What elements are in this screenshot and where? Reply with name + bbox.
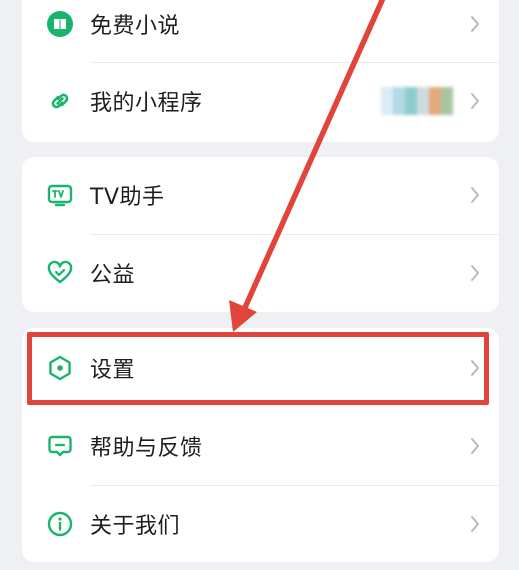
chevron-right-icon (469, 436, 481, 456)
heart-icon (46, 259, 74, 287)
menu-item-charity[interactable]: 公益 (22, 235, 499, 311)
menu-item-help-feedback[interactable]: 帮助与反馈 (22, 408, 499, 484)
mini-program-thumbnail (381, 87, 453, 115)
chevron-right-icon (469, 14, 481, 34)
tv-icon (46, 181, 74, 209)
message-icon (46, 432, 74, 460)
settings-highlight-box (27, 332, 489, 405)
menu-item-label: 帮助与反馈 (90, 436, 203, 461)
menu-item-mini-programs[interactable]: 我的小程序 (22, 63, 499, 139)
link-icon (46, 87, 74, 115)
book-icon (46, 10, 74, 38)
menu-item-label: 关于我们 (90, 514, 181, 539)
menu-item-label: TV助手 (90, 185, 165, 210)
menu-card-2: TV助手 公益 (22, 157, 499, 312)
chevron-right-icon (469, 185, 481, 205)
info-icon (46, 510, 74, 538)
menu-item-tv-assistant[interactable]: TV助手 (22, 157, 499, 233)
menu-item-about-us[interactable]: 关于我们 (22, 486, 499, 562)
chevron-right-icon (469, 263, 481, 283)
menu-item-label: 免费小说 (90, 14, 181, 39)
menu-item-label: 公益 (90, 263, 136, 288)
menu-item-free-novel[interactable]: 免费小说 (22, 0, 499, 62)
menu-card-1: 免费小说 我的小程序 (22, 0, 499, 142)
chevron-right-icon (469, 91, 481, 111)
menu-item-label: 我的小程序 (90, 91, 203, 116)
chevron-right-icon (469, 514, 481, 534)
